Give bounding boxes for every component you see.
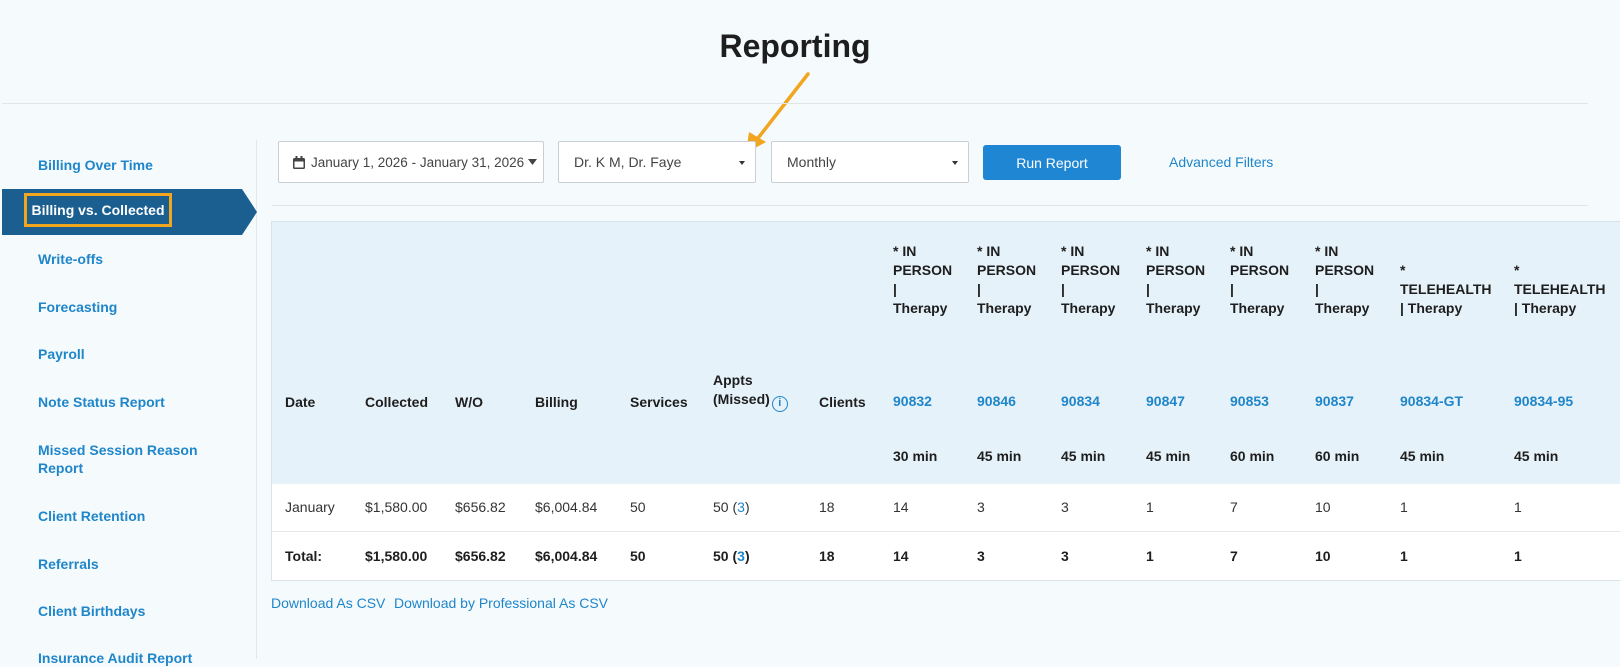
cell-appts: 50 (3) — [713, 499, 750, 515]
service-duration: 45 min — [1146, 448, 1191, 464]
professional-select[interactable]: Dr. K M, Dr. Faye — [558, 141, 756, 183]
service-code-link[interactable]: 90834-GT — [1400, 393, 1463, 409]
header-services: Services — [630, 394, 688, 410]
service-code-link[interactable]: 90847 — [1146, 393, 1185, 409]
total-count: 7 — [1230, 548, 1238, 564]
date-range-value: January 1, 2026 - January 31, 2026 — [311, 154, 525, 170]
total-missed-link[interactable]: 3 — [737, 548, 745, 564]
total-label: Total: — [285, 548, 323, 564]
header-service-type: * TELEHEALTH | Therapy — [1514, 262, 1606, 316]
total-appts-count: 50 — [713, 548, 729, 564]
header-divider — [2, 103, 1588, 104]
service-duration: 45 min — [1514, 448, 1559, 464]
sidebar-item-client-retention[interactable]: Client Retention — [38, 507, 208, 525]
service-duration: 60 min — [1315, 448, 1360, 464]
header-service-type: * IN PERSON | Therapy — [977, 243, 1037, 316]
calendar-icon — [293, 155, 305, 169]
service-duration: 45 min — [1400, 448, 1445, 464]
header-service-type: * IN PERSON | Therapy — [1230, 243, 1290, 316]
download-csv-link[interactable]: Download As CSV — [271, 595, 385, 611]
sidebar-item-note-status-report[interactable]: Note Status Report — [38, 393, 208, 411]
total-collected: $1,580.00 — [365, 548, 428, 564]
sidebar-item-forecasting[interactable]: Forecasting — [38, 298, 208, 316]
cell-count: 14 — [893, 499, 909, 515]
sidebar-item-billing-over-time[interactable]: Billing Over Time — [38, 156, 208, 174]
total-count: 14 — [893, 548, 909, 564]
cell-services: 50 — [630, 499, 646, 515]
missed-count-link[interactable]: 3 — [737, 499, 745, 515]
header-collected: Collected — [365, 394, 429, 410]
sidebar-item-missed-session-reason-report[interactable]: Missed Session Reason Report — [38, 441, 208, 477]
caret-down-icon — [528, 159, 538, 165]
cell-count: 1 — [1400, 499, 1408, 515]
professional-select-value: Dr. K M, Dr. Faye — [574, 154, 682, 170]
header-appts-line1: Appts — [713, 372, 753, 388]
total-count: 3 — [1061, 548, 1069, 564]
sidebar-item-active-label[interactable]: Billing vs. Collected — [24, 193, 172, 227]
cell-count: 3 — [977, 499, 985, 515]
cell-billing: $6,004.84 — [535, 499, 598, 515]
total-clients: 18 — [819, 548, 835, 564]
service-code-link[interactable]: 90832 — [893, 393, 932, 409]
service-duration: 60 min — [1230, 448, 1275, 464]
header-service-type: * IN PERSON | Therapy — [1315, 243, 1375, 316]
service-code-link[interactable]: 90837 — [1315, 393, 1354, 409]
total-appts: 50 (3) — [713, 548, 750, 564]
cell-count: 1 — [1514, 499, 1522, 515]
cell-wo: $656.82 — [455, 499, 506, 515]
total-wo: $656.82 — [455, 548, 506, 564]
download-by-professional-csv-link[interactable]: Download by Professional As CSV — [394, 595, 608, 611]
service-code-link[interactable]: 90834-95 — [1514, 393, 1573, 409]
header-appts-line2: (Missed) — [713, 391, 770, 407]
header-clients: Clients — [819, 394, 866, 410]
run-report-button[interactable]: Run Report — [983, 145, 1121, 180]
service-duration: 45 min — [977, 448, 1022, 464]
total-count: 1 — [1514, 548, 1522, 564]
service-code-link[interactable]: 90853 — [1230, 393, 1269, 409]
header-service-type: * IN PERSON | Therapy — [1146, 243, 1206, 316]
chevron-down-icon — [739, 161, 745, 165]
cell-date: January — [285, 499, 335, 515]
header-wo: W/O — [455, 394, 483, 410]
header-appts: Appts (Missed) i — [713, 371, 788, 412]
advanced-filters-link[interactable]: Advanced Filters — [1169, 154, 1273, 170]
interval-select[interactable]: Monthly — [771, 141, 969, 183]
active-indicator-arrow — [242, 189, 257, 235]
sidebar-item-write-offs[interactable]: Write-offs — [38, 250, 208, 268]
info-icon[interactable]: i — [771, 396, 788, 412]
service-duration: 45 min — [1061, 448, 1106, 464]
cell-count: 7 — [1230, 499, 1238, 515]
sidebar-item-payroll[interactable]: Payroll — [38, 345, 208, 363]
sidebar-item-insurance-audit-report[interactable]: Insurance Audit Report — [38, 649, 238, 667]
service-code-link[interactable]: 90834 — [1061, 393, 1100, 409]
service-code-link[interactable]: 90846 — [977, 393, 1016, 409]
report-table: Date Collected W/O Billing Services Appt… — [271, 221, 1620, 581]
page-title: Reporting — [719, 28, 871, 64]
header-service-type: * IN PERSON | Therapy — [893, 243, 953, 316]
total-billing: $6,004.84 — [535, 548, 598, 564]
filters-divider — [272, 205, 1588, 206]
header-date: Date — [285, 394, 316, 410]
cell-clients: 18 — [819, 499, 835, 515]
total-count: 1 — [1400, 548, 1408, 564]
header-service-type: * IN PERSON | Therapy — [1061, 243, 1121, 316]
row-divider — [271, 531, 1620, 532]
service-duration: 30 min — [893, 448, 938, 464]
cell-appts-count: 50 — [713, 499, 729, 515]
sidebar-item-referrals[interactable]: Referrals — [38, 555, 208, 573]
header-billing: Billing — [535, 394, 578, 410]
total-services: 50 — [630, 548, 646, 564]
total-count: 3 — [977, 548, 985, 564]
sidebar-item-client-birthdays[interactable]: Client Birthdays — [38, 602, 208, 620]
cell-collected: $1,580.00 — [365, 499, 428, 515]
header-service-type: * TELEHEALTH | Therapy — [1400, 262, 1492, 316]
cell-count: 1 — [1146, 499, 1154, 515]
date-range-picker[interactable]: January 1, 2026 - January 31, 2026 — [278, 141, 544, 183]
cell-count: 10 — [1315, 499, 1331, 515]
cell-count: 3 — [1061, 499, 1069, 515]
chevron-down-icon — [952, 161, 958, 165]
total-count: 10 — [1315, 548, 1331, 564]
total-count: 1 — [1146, 548, 1154, 564]
interval-select-value: Monthly — [787, 154, 837, 170]
